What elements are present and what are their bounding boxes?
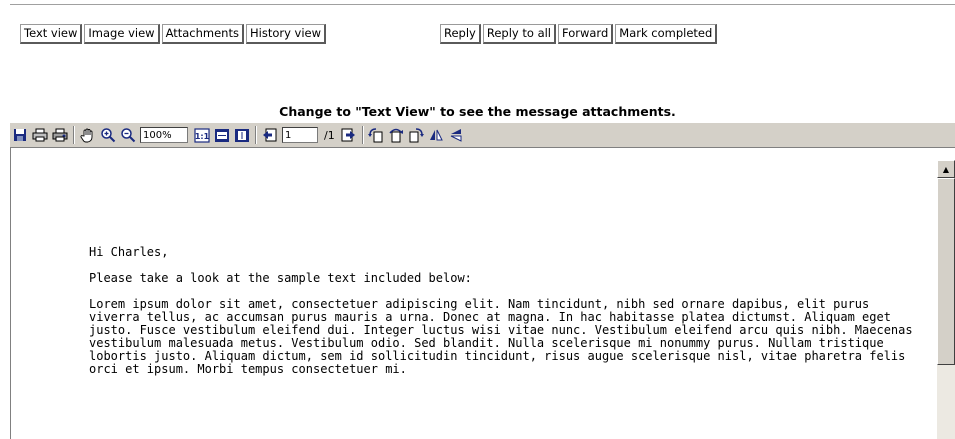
previous-page-icon[interactable] xyxy=(260,125,279,145)
print-setup-icon[interactable] xyxy=(50,125,69,145)
scroll-thumb[interactable] xyxy=(937,178,955,365)
rotate-right-icon[interactable] xyxy=(407,125,426,145)
top-divider xyxy=(10,4,955,5)
image-toolbar: 1:1 /1 xyxy=(10,122,955,148)
action-buttons: Reply Reply to all Forward Mark complete… xyxy=(440,24,719,44)
zoom-out-icon[interactable] xyxy=(118,125,137,145)
history-view-button[interactable]: History view xyxy=(245,24,327,44)
body-text: Lorem ipsum dolor sit amet, consectetuer… xyxy=(89,297,920,376)
next-page-icon[interactable] xyxy=(339,125,358,145)
zoom-in-icon[interactable] xyxy=(98,125,117,145)
greeting-text: Hi Charles, xyxy=(89,245,169,259)
print-icon[interactable] xyxy=(30,125,49,145)
svg-text:1:1: 1:1 xyxy=(194,132,209,141)
forward-button[interactable]: Forward xyxy=(558,24,614,44)
text-view-button[interactable]: Text view xyxy=(20,24,83,44)
vertical-scrollbar[interactable]: ▲ xyxy=(937,160,955,439)
page-number-input[interactable] xyxy=(282,127,318,143)
toolbar-separator xyxy=(361,126,364,144)
reply-button[interactable]: Reply xyxy=(440,24,481,44)
message-document: Hi Charles, Please take a look at the sa… xyxy=(89,246,919,389)
view-buttons: Text view Image view Attachments History… xyxy=(20,24,328,44)
toolbar-separator xyxy=(73,126,75,144)
fit-page-icon[interactable] xyxy=(232,125,251,145)
save-icon[interactable] xyxy=(10,125,29,145)
reply-all-button[interactable]: Reply to all xyxy=(482,24,557,44)
fit-width-icon[interactable] xyxy=(212,125,231,145)
intro-text: Please take a look at the sample text in… xyxy=(89,271,472,285)
attachments-notice: Change to "Text View" to see the message… xyxy=(279,104,676,119)
scroll-up-button[interactable]: ▲ xyxy=(937,160,955,178)
mark-completed-button[interactable]: Mark completed xyxy=(615,24,718,44)
document-viewer[interactable]: Hi Charles, Please take a look at the sa… xyxy=(10,148,938,439)
actual-size-icon[interactable]: 1:1 xyxy=(192,125,211,145)
pan-hand-icon[interactable] xyxy=(78,125,97,145)
image-view-button[interactable]: Image view xyxy=(84,24,160,44)
flip-vertical-icon[interactable] xyxy=(427,125,446,145)
rotate-180-icon[interactable] xyxy=(387,125,406,145)
rotate-left-icon[interactable] xyxy=(367,125,386,145)
attachments-button[interactable]: Attachments xyxy=(161,24,244,44)
page-total: /1 xyxy=(324,128,335,142)
toolbar-separator xyxy=(255,126,257,144)
zoom-level-input[interactable] xyxy=(140,127,188,143)
flip-horizontal-icon[interactable] xyxy=(447,125,466,145)
